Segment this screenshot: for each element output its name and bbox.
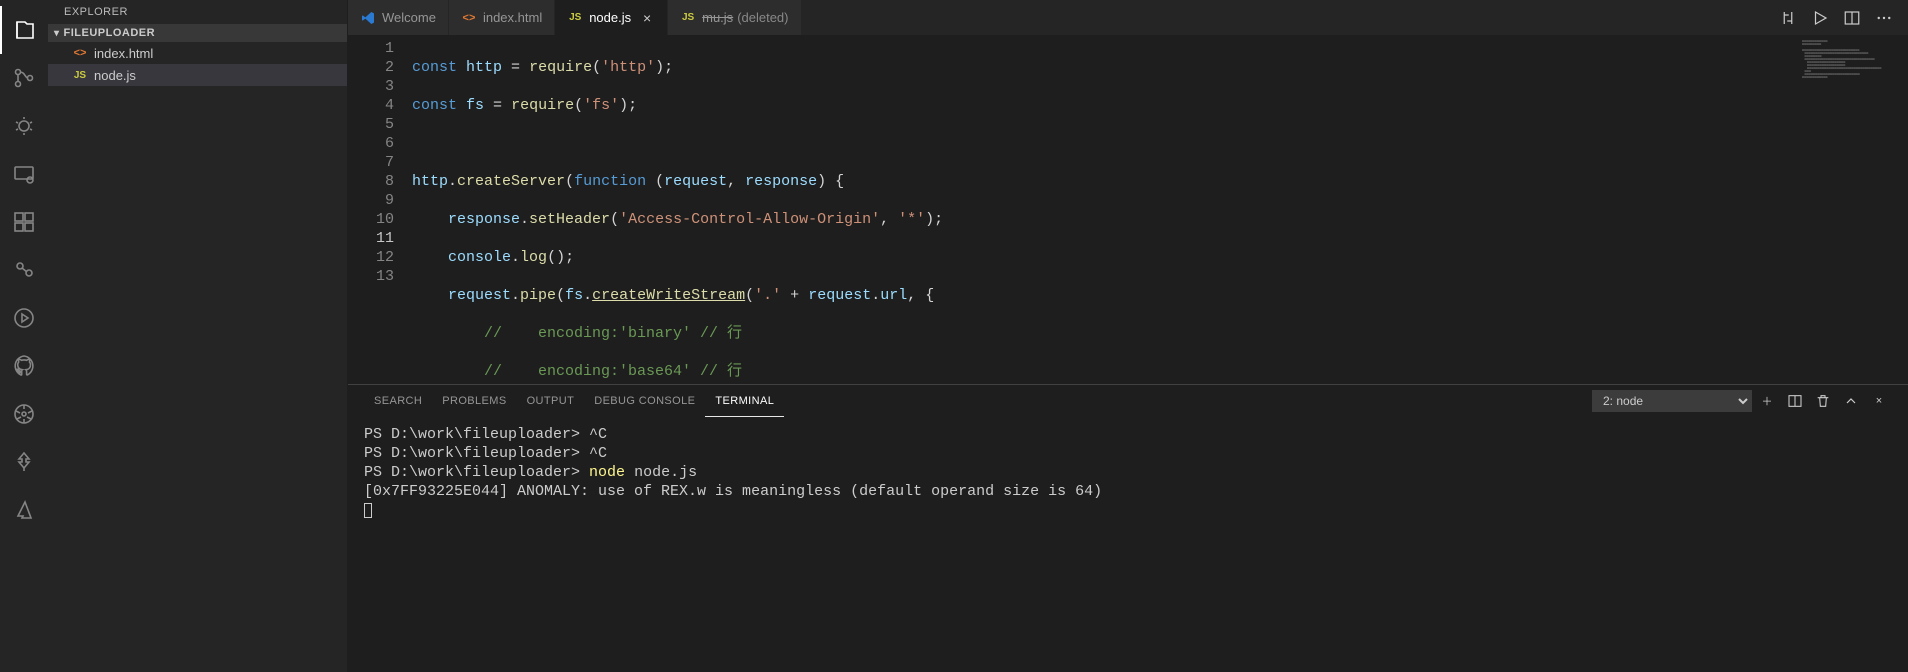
minimap[interactable]: ▄▄▄▄▄▄▄▄▄▄▄▄ ▄▄▄▄▄▄▄▄▄ ▄▄▄▄▄▄▄▄▄▄▄▄▄▄▄▄▄… bbox=[1798, 35, 1908, 384]
chevron-down-icon: ▾ bbox=[54, 28, 60, 39]
live-share-icon[interactable] bbox=[0, 246, 48, 294]
editor-wrap: 12345678910111213 const http = require('… bbox=[348, 35, 1908, 384]
sidebar-section-header[interactable]: ▾ FILEUPLOADER bbox=[48, 24, 347, 42]
js-file-icon: JS bbox=[567, 10, 583, 26]
main-area: Welcome <> index.html JS node.js × JS mu… bbox=[348, 0, 1908, 672]
code-body[interactable]: const http = require('http'); const fs =… bbox=[412, 39, 1908, 384]
html-file-icon: <> bbox=[72, 45, 88, 61]
explorer-sidebar: EXPLORER ▾ FILEUPLOADER <> index.html JS… bbox=[48, 0, 348, 672]
html-file-icon: <> bbox=[461, 10, 477, 26]
kubernetes-icon[interactable] bbox=[0, 390, 48, 438]
file-label: node.js bbox=[94, 68, 136, 83]
vscode-icon bbox=[360, 10, 376, 26]
split-editor-icon[interactable] bbox=[1836, 0, 1868, 35]
tab-mu-js[interactable]: JS mu.js (deleted) bbox=[668, 0, 801, 35]
tab-index-html[interactable]: <> index.html bbox=[449, 0, 555, 35]
terminal-selector[interactable]: 2: node bbox=[1592, 390, 1752, 412]
github-icon[interactable] bbox=[0, 342, 48, 390]
panel-tabs: SEARCH PROBLEMS OUTPUT DEBUG CONSOLE TER… bbox=[348, 385, 1908, 417]
panel-tab-debug-console[interactable]: DEBUG CONSOLE bbox=[584, 385, 705, 417]
panel-tab-problems[interactable]: PROBLEMS bbox=[432, 385, 516, 417]
terminal-cursor bbox=[364, 503, 372, 518]
activity-bar bbox=[0, 0, 48, 672]
chevron-up-icon[interactable] bbox=[1838, 388, 1864, 414]
panel-tab-output[interactable]: OUTPUT bbox=[517, 385, 585, 417]
tab-node-js[interactable]: JS node.js × bbox=[555, 0, 668, 35]
trash-icon[interactable] bbox=[1810, 388, 1836, 414]
tab-label: node.js bbox=[589, 10, 631, 25]
line-gutter: 12345678910111213 bbox=[348, 39, 412, 384]
extensions-icon[interactable] bbox=[0, 198, 48, 246]
editor-actions bbox=[1772, 0, 1908, 35]
sidebar-section-label: FILEUPLOADER bbox=[64, 27, 156, 39]
tab-label: Welcome bbox=[382, 10, 436, 25]
more-icon[interactable] bbox=[1868, 0, 1900, 35]
tab-label: mu.js bbox=[702, 10, 733, 25]
code-editor[interactable]: 12345678910111213 const http = require('… bbox=[348, 35, 1908, 384]
azure-icon[interactable] bbox=[0, 486, 48, 534]
close-icon[interactable]: × bbox=[639, 10, 655, 26]
tab-welcome[interactable]: Welcome bbox=[348, 0, 449, 35]
compare-icon[interactable] bbox=[1772, 0, 1804, 35]
js-file-icon: JS bbox=[680, 10, 696, 26]
sidebar-file-node-js[interactable]: JS node.js bbox=[48, 64, 347, 86]
run-icon[interactable] bbox=[1804, 0, 1836, 35]
activity-files-icon[interactable] bbox=[0, 6, 48, 54]
play-icon[interactable] bbox=[0, 294, 48, 342]
panel-actions: 2: node ＋ × bbox=[1592, 388, 1892, 414]
sidebar-title: EXPLORER bbox=[48, 0, 347, 24]
new-terminal-icon[interactable]: ＋ bbox=[1754, 388, 1780, 414]
split-terminal-icon[interactable] bbox=[1782, 388, 1808, 414]
remote-icon[interactable] bbox=[0, 150, 48, 198]
terminal-body[interactable]: PS D:\work\fileuploader> ^C PS D:\work\f… bbox=[348, 417, 1908, 672]
js-file-icon: JS bbox=[72, 67, 88, 83]
panel-tab-search[interactable]: SEARCH bbox=[364, 385, 432, 417]
panel-tab-terminal[interactable]: TERMINAL bbox=[705, 385, 784, 417]
tab-suffix: (deleted) bbox=[737, 10, 788, 25]
source-control-icon[interactable] bbox=[0, 54, 48, 102]
debug-icon[interactable] bbox=[0, 102, 48, 150]
file-label: index.html bbox=[94, 46, 153, 61]
editor-tabbar: Welcome <> index.html JS node.js × JS mu… bbox=[348, 0, 1908, 35]
tab-label: index.html bbox=[483, 10, 542, 25]
close-panel-icon[interactable]: × bbox=[1866, 388, 1892, 414]
tree-icon[interactable] bbox=[0, 438, 48, 486]
sidebar-file-index-html[interactable]: <> index.html bbox=[48, 42, 347, 64]
bottom-panel: SEARCH PROBLEMS OUTPUT DEBUG CONSOLE TER… bbox=[348, 384, 1908, 672]
